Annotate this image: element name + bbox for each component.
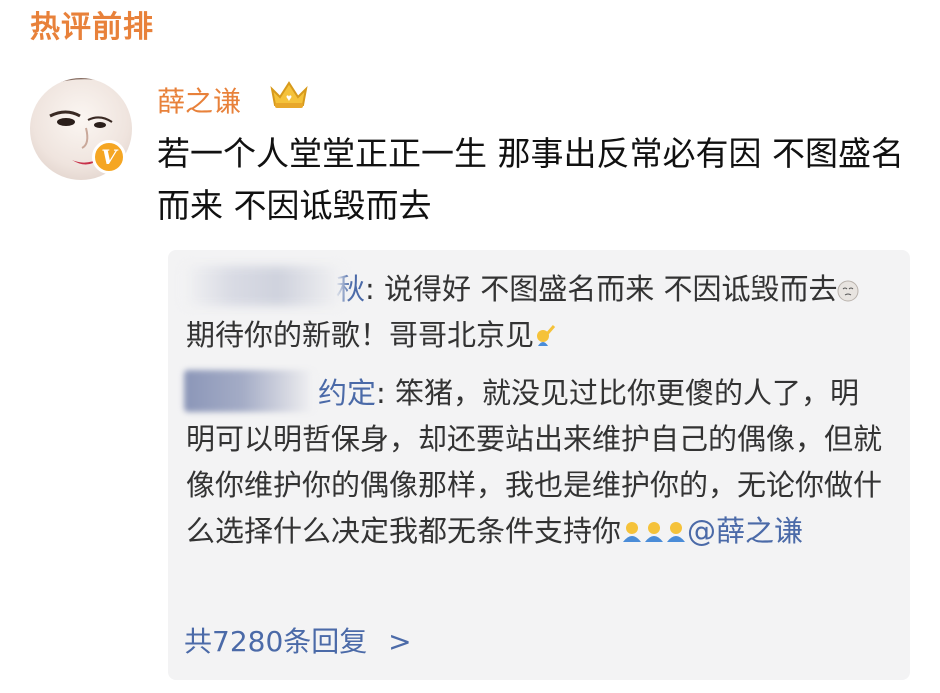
reply-separator: :: [365, 272, 385, 306]
comment-username[interactable]: 薛之谦: [157, 80, 241, 120]
blurred-avatar: [184, 370, 314, 412]
comment-text: 若一个人堂堂正正一生 那事出反常必有因 不图盛名而来 不因诋毁而去: [157, 134, 904, 225]
reply-text: 说得好 不图盛名而来 不因诋毁而去: [384, 272, 838, 306]
section-title: 热评前排: [30, 10, 154, 45]
hug-emoji-icon: [667, 522, 686, 542]
view-all-replies-link[interactable]: 共7280条回复 >: [184, 620, 412, 660]
crown-icon: ♥: [270, 81, 308, 108]
svg-text:♥: ♥: [286, 93, 292, 104]
verified-badge-icon: V: [92, 140, 126, 174]
cry-emoji-icon: [837, 280, 859, 302]
blurred-username: [183, 266, 343, 306]
reply-count-label: 共7280条回复: [184, 625, 368, 658]
chevron-right-icon: >: [388, 625, 412, 658]
hug-emoji-icon: [623, 522, 642, 542]
reply-text-continued: 期待你的新歌！哥哥北京见: [186, 318, 535, 352]
reply-mention[interactable]: @薛之谦: [687, 514, 803, 548]
hug-emoji-icon: [645, 522, 664, 542]
cheer-emoji-icon: [537, 325, 556, 346]
reply-separator: :: [376, 376, 396, 410]
